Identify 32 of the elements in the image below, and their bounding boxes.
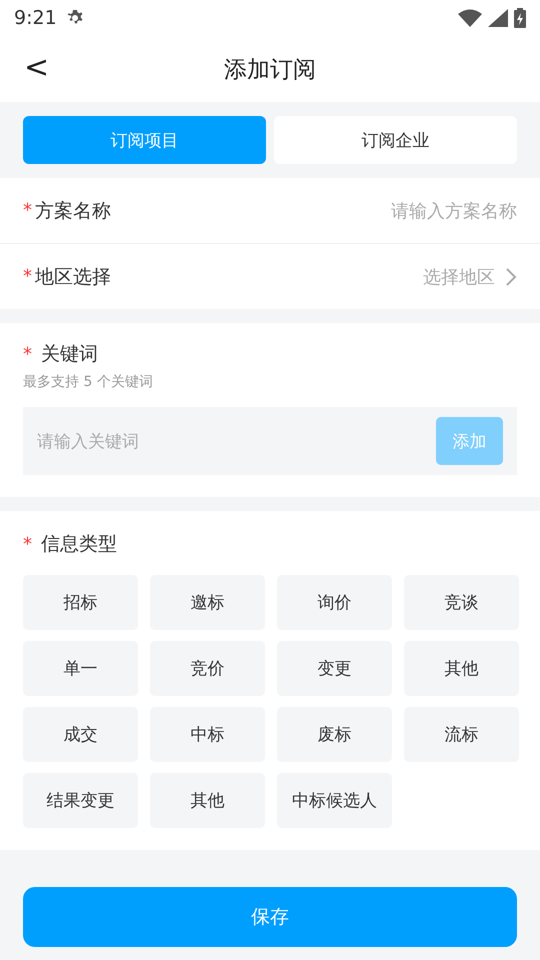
type-option[interactable]: 结果变更 [23,773,138,828]
type-option[interactable]: 流标 [404,707,519,762]
section-title: 信息类型 [41,532,117,557]
field-label: 方案名称 [35,198,111,224]
type-option[interactable]: 竞价 [150,641,265,696]
type-option[interactable]: 邀标 [150,575,265,630]
required-mark: * [23,344,32,364]
type-option[interactable]: 中标候选人 [277,773,392,828]
type-option[interactable]: 单一 [23,641,138,696]
page-title: 添加订阅 [224,56,316,84]
required-mark: * [23,534,32,554]
type-option[interactable]: 成交 [23,707,138,762]
required-mark: * [23,266,32,287]
chevron-right-icon [505,266,517,286]
type-option[interactable]: 中标 [150,707,265,762]
back-button[interactable]: < [18,50,56,86]
section-title: 关键词 [41,342,98,367]
hint-text: 最多支持 5 个关键词 [23,373,154,391]
type-option[interactable]: 招标 [23,575,138,630]
type-option[interactable]: 其他 [150,773,265,828]
signal-icon [488,9,508,27]
wifi-icon [458,9,482,27]
type-option[interactable]: 废标 [277,707,392,762]
field-label: 地区选择 [35,264,111,290]
tab[interactable]: 订阅企业 [274,116,517,164]
type-option[interactable]: 竞谈 [404,575,519,630]
type-option[interactable]: 变更 [277,641,392,696]
type-option[interactable]: 询价 [277,575,392,630]
battery-icon [514,8,526,28]
status-time: 9:21 [14,7,57,29]
type-option[interactable]: 其他 [404,641,519,696]
required-mark: * [23,200,32,221]
